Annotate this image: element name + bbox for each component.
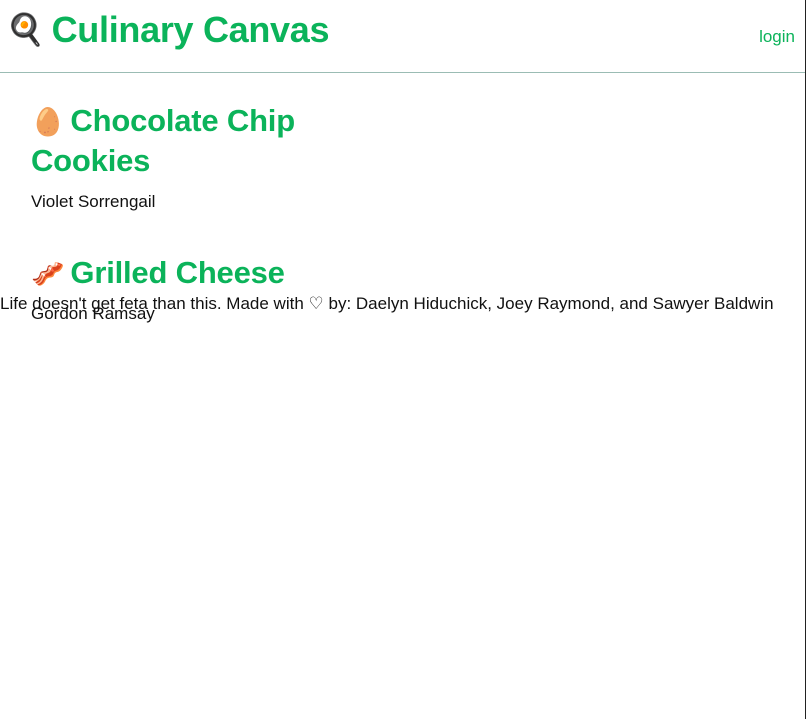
footer-text-start: Life doesn't get feta than this. Made wi… xyxy=(0,294,304,313)
recipe-title: 🥓 Grilled Cheese xyxy=(31,253,331,293)
home-link[interactable]: 🍳 Culinary Canvas xyxy=(6,9,330,50)
frying-pan-egg-icon: 🍳 xyxy=(6,11,45,48)
recipe-author: Violet Sorrengail xyxy=(31,192,156,211)
login-link[interactable]: login xyxy=(759,27,795,47)
site-header: 🍳 Culinary Canvas login xyxy=(0,0,805,73)
recipe-link[interactable]: 🥚 Chocolate Chip Cookies xyxy=(31,103,295,178)
egg-icon: 🥚 xyxy=(31,107,65,138)
recipe-title-text: Chocolate Chip Cookies xyxy=(31,103,295,178)
site-footer: Life doesn't get feta than this. Made wi… xyxy=(0,294,806,314)
site-title: Culinary Canvas xyxy=(51,9,330,50)
recipe-card: 🥚 Chocolate Chip Cookies Violet Sorrengai… xyxy=(31,101,331,212)
recipe-link[interactable]: 🥓 Grilled Cheese xyxy=(31,255,285,290)
recipe-title-text: Grilled Cheese xyxy=(70,255,285,290)
heart-icon: ♡ xyxy=(308,294,324,314)
bacon-icon: 🥓 xyxy=(31,259,65,290)
recipe-title: 🥚 Chocolate Chip Cookies xyxy=(31,101,331,181)
page: 🍳 Culinary Canvas login 🥚 Chocolate Chip … xyxy=(0,0,806,719)
footer-credits: by: Daelyn Hiduchick, Joey Raymond, and … xyxy=(328,294,774,313)
